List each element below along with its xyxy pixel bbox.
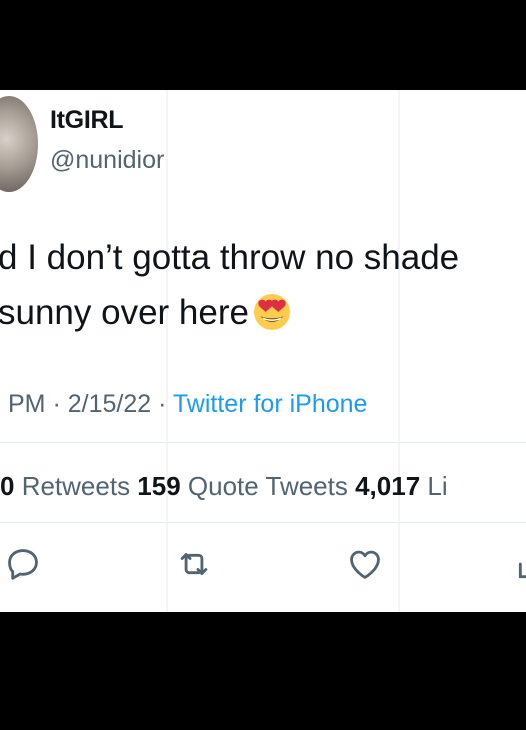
likes-label: Li xyxy=(420,471,448,501)
quote-tweets-label: Quote Tweets xyxy=(180,471,356,501)
quote-tweets-stat[interactable]: 159 Quote Tweets xyxy=(137,471,355,501)
action-bar xyxy=(0,545,526,585)
tweet-stats: 0 Retweets 159 Quote Tweets 4,017 Li xyxy=(0,471,448,502)
tweet-card: ItGIRL @nunidior d I don’t gotta throw n… xyxy=(0,90,526,612)
meta-separator: · xyxy=(45,390,68,418)
meta-separator: · xyxy=(151,390,173,418)
display-name[interactable]: ItGIRL xyxy=(50,106,124,135)
guide-line xyxy=(166,90,168,612)
heart-eyes-emoji-icon xyxy=(254,294,290,330)
retweets-stat[interactable]: 0 Retweets xyxy=(0,471,137,501)
tweet-line-2: sunny over here xyxy=(0,293,249,332)
tweet-text: d I don’t gotta throw no shade sunny ove… xyxy=(0,230,459,340)
user-handle[interactable]: @nunidior xyxy=(50,146,164,175)
avatar[interactable] xyxy=(0,96,38,192)
tweet-meta: PM · 2/15/22 · Twitter for iPhone xyxy=(8,390,367,419)
likes-stat[interactable]: 4,017 Li xyxy=(355,471,448,501)
divider xyxy=(0,522,526,523)
retweets-label: Retweets xyxy=(14,471,138,501)
quote-tweets-count: 159 xyxy=(137,471,181,501)
share-icon[interactable] xyxy=(514,545,526,583)
heart-icon[interactable] xyxy=(346,545,384,583)
retweets-count: 0 xyxy=(0,471,15,501)
guide-line xyxy=(398,90,400,612)
tweet-date[interactable]: 2/15/22 xyxy=(68,390,151,418)
retweet-icon[interactable] xyxy=(175,545,213,583)
tweet-time[interactable]: PM xyxy=(8,390,46,418)
tweet-line-1: d I don’t gotta throw no shade xyxy=(0,238,460,277)
reply-icon[interactable] xyxy=(4,545,42,583)
tweet-source-link[interactable]: Twitter for iPhone xyxy=(173,390,368,418)
likes-count: 4,017 xyxy=(355,471,421,501)
tweet-line-2-wrap: sunny over here xyxy=(0,285,459,340)
divider xyxy=(0,442,526,443)
